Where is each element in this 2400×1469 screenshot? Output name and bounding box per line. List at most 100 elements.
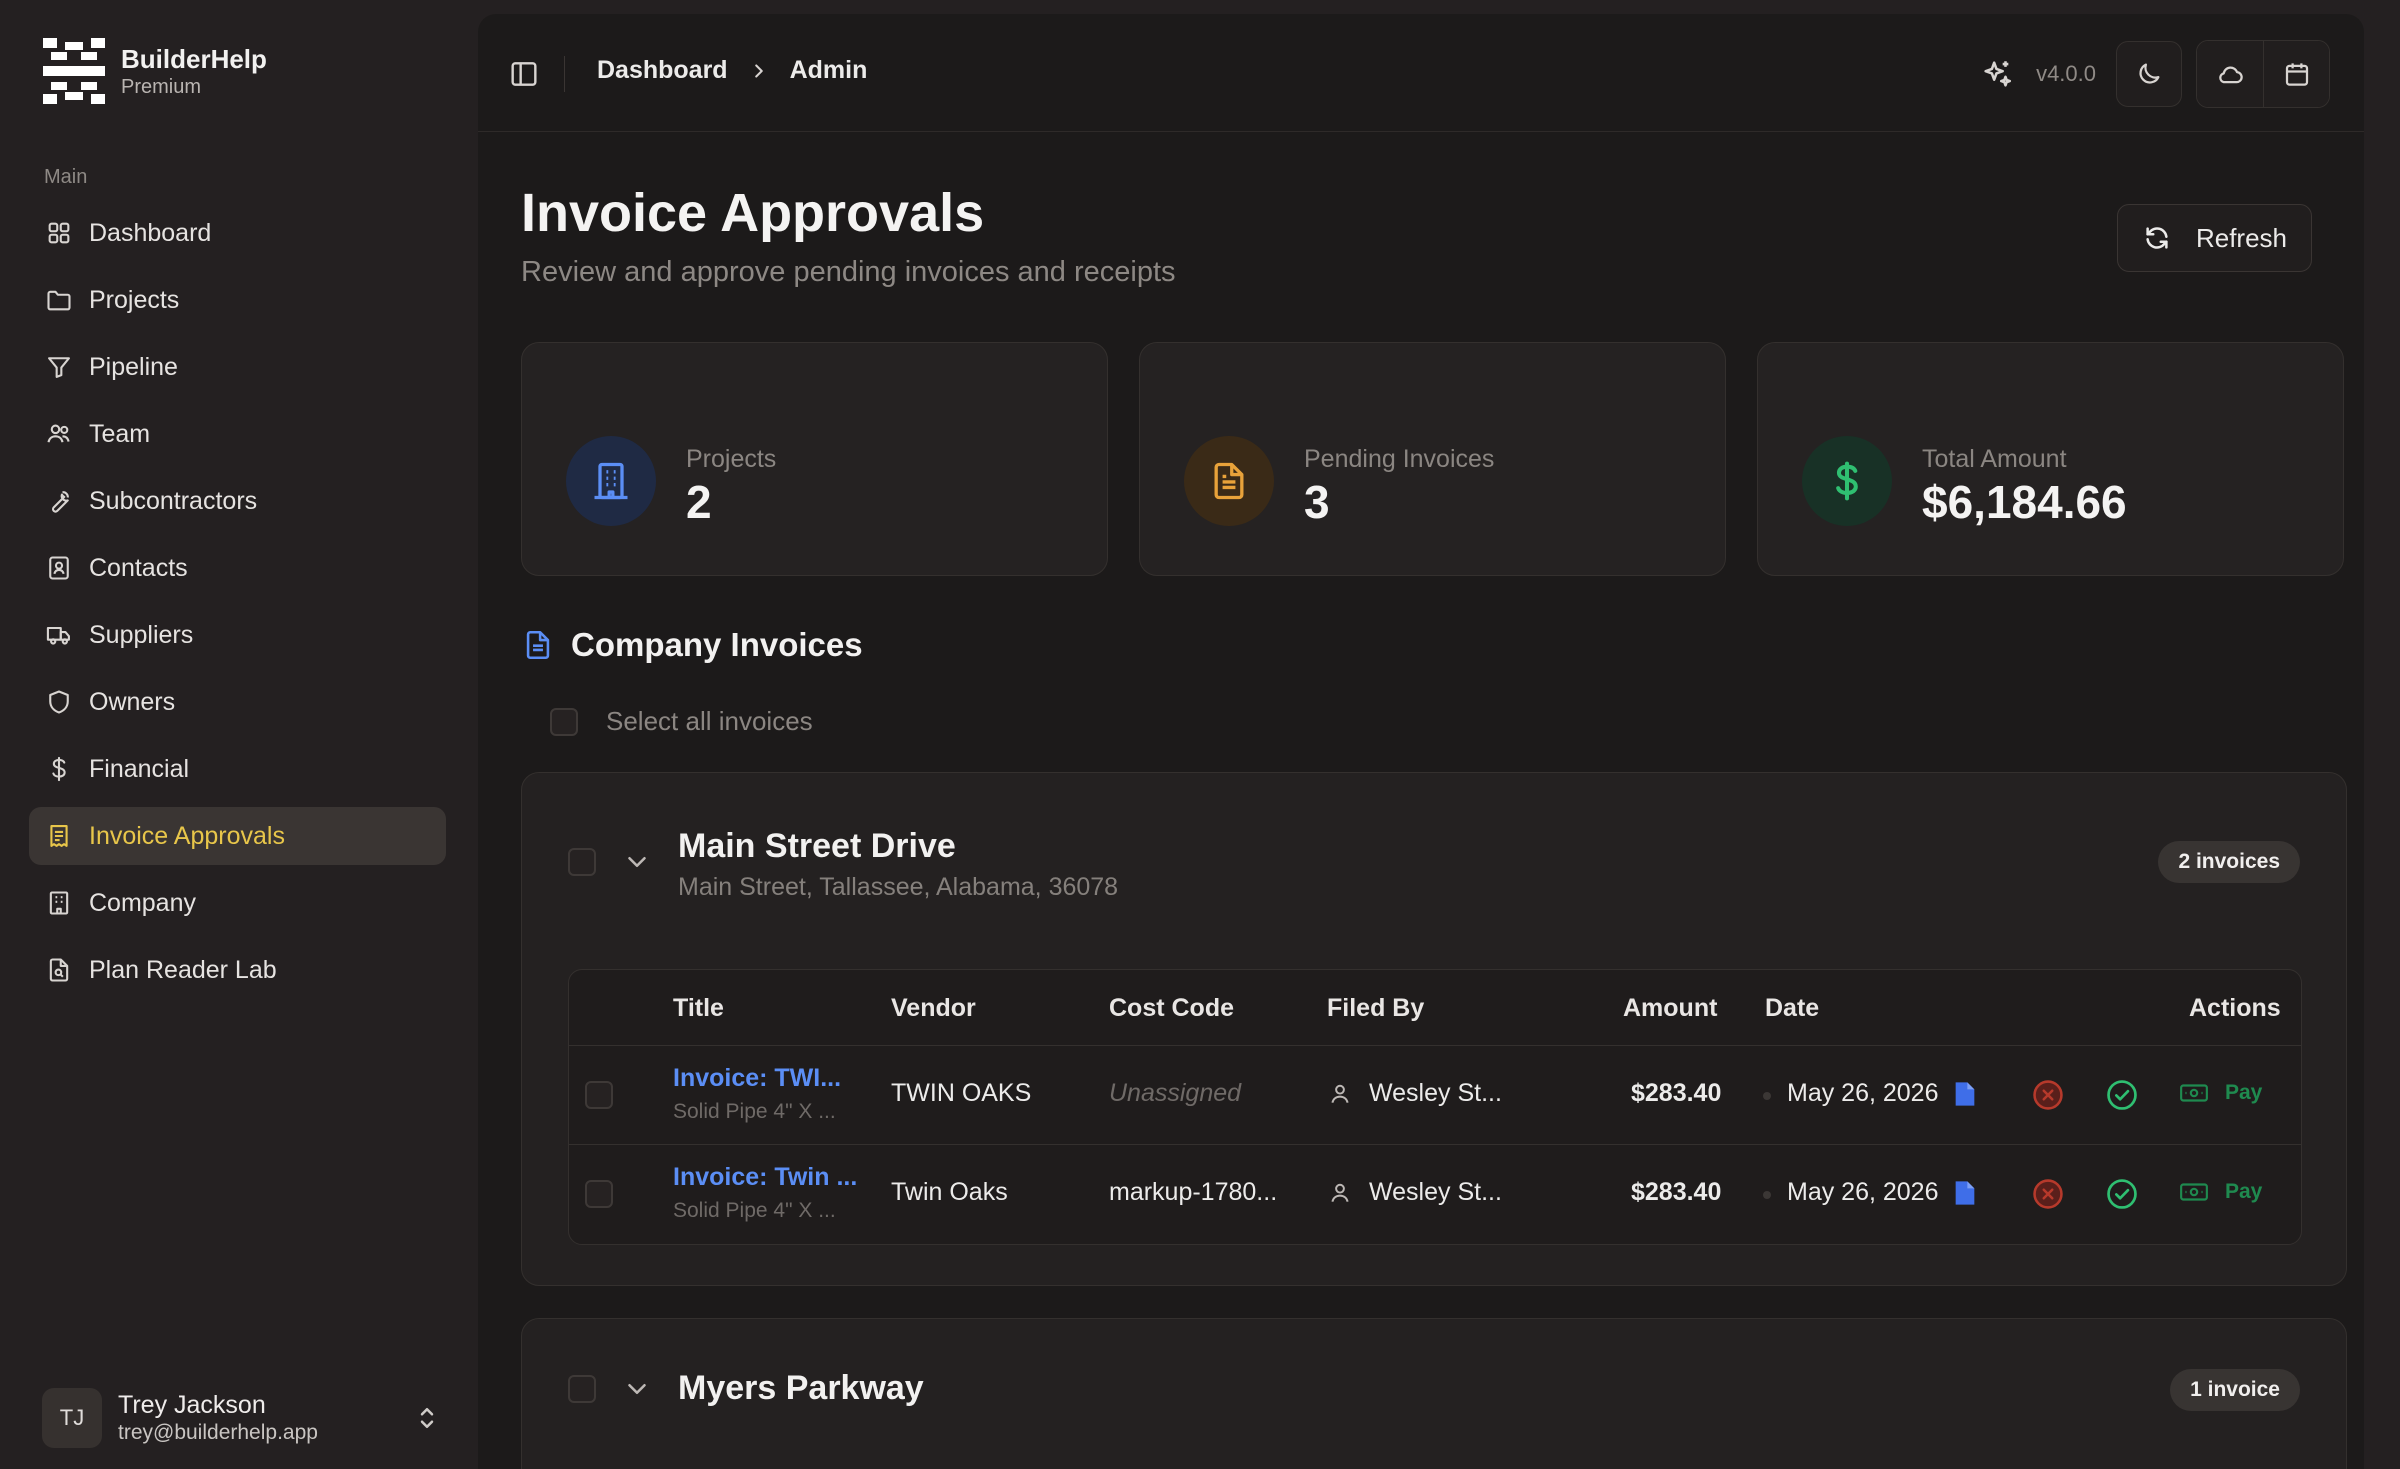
reject-button[interactable] <box>2031 1078 2065 1112</box>
brand[interactable]: BuilderHelp Premium <box>43 38 267 104</box>
sidebar-item-team[interactable]: Team <box>29 405 446 463</box>
status-dot <box>1763 1092 1771 1100</box>
sidebar-item-owners[interactable]: Owners <box>29 673 446 731</box>
stat-value: 2 <box>686 476 712 528</box>
stat-label: Pending Invoices <box>1304 445 1495 473</box>
weather-button[interactable] <box>2197 41 2263 107</box>
user-menu[interactable]: TJ Trey Jackson trey@builderhelp.app <box>42 1383 442 1453</box>
sidebar-item-invoice-approvals[interactable]: Invoice Approvals <box>29 807 446 865</box>
sidebar-item-label: Pipeline <box>89 352 178 381</box>
calendar-button[interactable] <box>2263 41 2329 107</box>
sidebar-item-financial[interactable]: Financial <box>29 740 446 798</box>
stat-card-projects: Projects 2 <box>521 342 1108 576</box>
sidebar-item-suppliers[interactable]: Suppliers <box>29 606 446 664</box>
invoice-cost-code[interactable]: markup-1780... <box>1109 1178 1277 1207</box>
column-header-date: Date <box>1765 994 1820 1022</box>
sidebar-item-subcontractors[interactable]: Subcontractors <box>29 472 446 530</box>
stat-value: $6,184.66 <box>1922 476 2127 528</box>
column-header-actions: Actions <box>2189 994 2281 1022</box>
brand-name: BuilderHelp <box>121 44 267 74</box>
invoice-description: Solid Pipe 4" X ... <box>673 1100 836 1123</box>
document-icon <box>1214 462 1244 500</box>
select-all-label[interactable]: Select all invoices <box>606 706 813 737</box>
sidebar-item-dashboard[interactable]: Dashboard <box>29 204 446 262</box>
x-circle-icon <box>2033 1080 2063 1110</box>
calendar-icon <box>2285 63 2308 86</box>
user-icon <box>1331 1183 1349 1202</box>
user-icon <box>1331 1084 1349 1103</box>
brand-tier: Premium <box>121 76 202 98</box>
main-panel: Dashboard Admin v4.0.0 Invoice Approvals… <box>478 14 2364 1469</box>
column-header-vendor: Vendor <box>891 994 976 1022</box>
invoice-amount: $283.40 <box>1631 1079 1722 1107</box>
sidebar-item-contacts[interactable]: Contacts <box>29 539 446 597</box>
table-row: Invoice: TWI... Solid Pipe 4" X ... TWIN… <box>569 1046 2301 1145</box>
refresh-icon <box>2146 227 2168 249</box>
user-email: trey@builderhelp.app <box>118 1421 318 1444</box>
column-header-title: Title <box>673 994 724 1022</box>
invoice-title-link[interactable]: Invoice: Twin ... <box>673 1163 857 1192</box>
project-checkbox[interactable] <box>568 1375 596 1403</box>
sidebar-item-label: Contacts <box>89 553 188 582</box>
page-title: Invoice Approvals <box>521 183 985 243</box>
invoice-title-link[interactable]: Invoice: TWI... <box>673 1064 841 1093</box>
topbar-divider <box>564 56 565 92</box>
check-circle-icon <box>2107 1080 2137 1110</box>
avatar: TJ <box>42 1388 102 1448</box>
shield-icon <box>45 688 73 716</box>
sidebar-item-plan-reader-lab[interactable]: Plan Reader Lab <box>29 941 446 999</box>
sparkle-icon[interactable] <box>1980 57 2014 91</box>
stat-card-pending-invoices: Pending Invoices 3 <box>1139 342 1726 576</box>
cloud-icon <box>2219 66 2243 84</box>
check-circle-icon <box>2107 1179 2137 1209</box>
pay-button[interactable]: Pay <box>2179 1080 2262 1106</box>
project-address: Main Street, Tallassee, Alabama, 36078 <box>678 873 1119 901</box>
grid-icon <box>45 219 73 247</box>
row-checkbox[interactable] <box>585 1081 613 1109</box>
sidebar-toggle-icon[interactable] <box>508 58 540 90</box>
attachment-file-icon[interactable] <box>1953 1080 1977 1108</box>
invoice-cost-code[interactable]: Unassigned <box>1109 1079 1241 1108</box>
project-card-header[interactable]: Myers Parkway 1 invoice <box>522 1319 2346 1469</box>
project-card: Myers Parkway 1 invoice <box>521 1318 2347 1469</box>
sidebar-item-pipeline[interactable]: Pipeline <box>29 338 446 396</box>
project-card-header[interactable]: Main Street Drive Main Street, Tallassee… <box>522 773 2346 923</box>
chevron-down-icon[interactable] <box>622 1374 652 1404</box>
breadcrumb: Dashboard Admin <box>597 56 867 85</box>
stat-card-total-amount: Total Amount $6,184.66 <box>1757 342 2344 576</box>
moon-icon <box>2139 63 2160 84</box>
project-name: Main Street Drive <box>678 827 956 865</box>
invoice-date: May 26, 2026 <box>1787 1079 1939 1107</box>
refresh-button[interactable]: Refresh <box>2116 204 2312 272</box>
chevron-right-icon <box>754 63 763 78</box>
invoice-description: Solid Pipe 4" X ... <box>673 1199 836 1222</box>
column-header-cost-code: Cost Code <box>1109 994 1234 1022</box>
invoice-filed-by: Wesley St... <box>1327 1178 1502 1207</box>
pay-button-label: Pay <box>2225 1081 2263 1104</box>
attachment-file-icon[interactable] <box>1953 1179 1977 1207</box>
project-checkbox[interactable] <box>568 848 596 876</box>
truck-icon <box>45 621 73 649</box>
sidebar-item-label: Projects <box>89 285 180 314</box>
breadcrumb-dashboard[interactable]: Dashboard <box>597 56 728 85</box>
theme-toggle-button[interactable] <box>2116 41 2182 107</box>
column-header-amount: Amount <box>1623 994 1718 1022</box>
column-header-filed-by: Filed By <box>1327 994 1425 1022</box>
file-search-icon <box>45 956 73 984</box>
sidebar-item-company[interactable]: Company <box>29 874 446 932</box>
approve-button[interactable] <box>2105 1078 2139 1112</box>
select-all-checkbox[interactable] <box>550 707 578 736</box>
banknote-icon <box>2180 1084 2208 1102</box>
filed-by-name: Wesley St... <box>1369 1079 1502 1107</box>
row-checkbox[interactable] <box>585 1180 613 1208</box>
sidebar-item-label: Owners <box>89 687 176 716</box>
approve-button[interactable] <box>2105 1177 2139 1211</box>
filed-by-name: Wesley St... <box>1369 1178 1502 1206</box>
sidebar-item-projects[interactable]: Projects <box>29 271 446 329</box>
invoice-amount: $283.40 <box>1631 1178 1722 1206</box>
chevron-down-icon[interactable] <box>622 847 652 877</box>
pay-button[interactable]: Pay <box>2179 1179 2262 1205</box>
page-subtitle: Review and approve pending invoices and … <box>521 256 1176 288</box>
select-all-row: Select all invoices <box>550 706 813 737</box>
reject-button[interactable] <box>2031 1177 2065 1211</box>
